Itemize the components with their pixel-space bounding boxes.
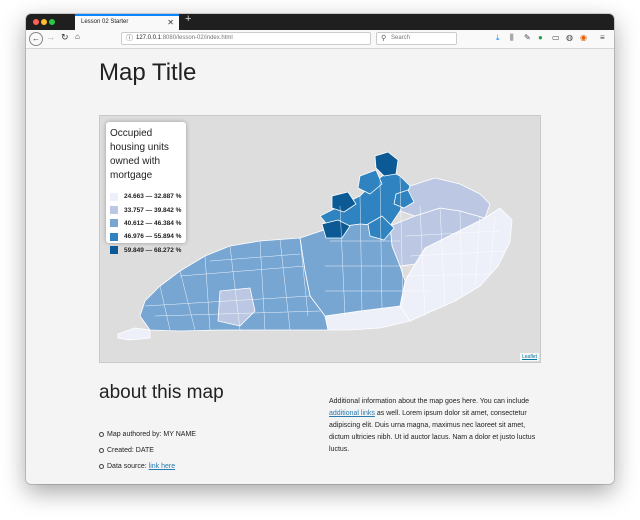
close-window-button[interactable] bbox=[33, 19, 39, 25]
legend-item: 46.976 — 55.894 % bbox=[110, 230, 182, 243]
legend-swatch bbox=[110, 192, 118, 201]
legend-title: Occupied housing units owned with mortga… bbox=[110, 128, 169, 181]
legend-items: 24.663 — 32.887 % 33.757 — 39.842 % 40.6… bbox=[110, 190, 182, 257]
info-icon[interactable]: ⓘ bbox=[126, 33, 133, 44]
page-content: Map Title Occupied housing units owned w… bbox=[26, 49, 614, 484]
browser-toolbar: ← → ↻ ⌂ ⓘ 127.0.0.1:8080/lesson-02/index… bbox=[26, 30, 614, 49]
about-heading: about this map bbox=[99, 382, 224, 403]
county-region-northern-ky bbox=[374, 151, 399, 177]
url-path: :8080/lesson-02/index.html bbox=[161, 35, 233, 41]
legend-item: 59.849 — 68.272 % bbox=[110, 244, 182, 257]
tab-title: Lesson 02 Starter bbox=[81, 19, 129, 25]
search-input[interactable]: ⚲ Search bbox=[376, 32, 457, 45]
account-icon[interactable]: ◍ bbox=[566, 33, 573, 42]
legend-swatch bbox=[110, 232, 118, 241]
data-source-link[interactable]: link here bbox=[149, 463, 175, 470]
maximize-window-button[interactable] bbox=[49, 19, 55, 25]
list-item: Map authored by: MY NAME bbox=[99, 431, 196, 447]
about-list: Map authored by: MY NAME Created: DATE D… bbox=[99, 431, 196, 479]
source-prefix: Data source: bbox=[107, 463, 149, 470]
map-legend: Occupied housing units owned with mortga… bbox=[106, 122, 186, 255]
tab-bar: Lesson 02 Starter ✕ + bbox=[26, 14, 614, 30]
library-icon[interactable]: ⫼ bbox=[510, 33, 514, 43]
legend-item: 24.663 — 32.887 % bbox=[110, 190, 182, 203]
county-region-central bbox=[299, 223, 406, 317]
legend-label: 40.612 — 46.384 % bbox=[124, 219, 182, 227]
url-bar[interactable]: ⓘ 127.0.0.1:8080/lesson-02/index.html bbox=[121, 32, 371, 45]
tab-close-icon[interactable]: ✕ bbox=[167, 16, 174, 29]
minimize-window-button[interactable] bbox=[41, 19, 47, 25]
sidebar-icon[interactable]: ▭ bbox=[552, 33, 560, 42]
legend-item: 33.757 — 39.842 % bbox=[110, 203, 182, 216]
download-icon[interactable]: ⤓ bbox=[496, 33, 500, 43]
legend-swatch bbox=[110, 246, 118, 255]
list-item: Data source: link here bbox=[99, 463, 196, 479]
legend-swatch bbox=[110, 206, 118, 215]
home-icon[interactable]: ⌂ bbox=[75, 32, 80, 41]
search-icon: ⚲ bbox=[381, 35, 387, 42]
list-item: Created: DATE bbox=[99, 447, 196, 463]
page-title: Map Title bbox=[99, 59, 197, 86]
extension-icon[interactable]: ● bbox=[538, 33, 543, 42]
browser-tab[interactable]: Lesson 02 Starter ✕ bbox=[75, 14, 179, 30]
additional-links-link[interactable]: additional links bbox=[329, 410, 375, 417]
legend-label: 33.757 — 39.842 % bbox=[124, 206, 182, 214]
about-paragraph: Additional information about the map goe… bbox=[329, 396, 547, 456]
back-icon[interactable]: ← bbox=[29, 32, 43, 46]
county-region-purchase bbox=[117, 327, 151, 341]
firefox-icon[interactable]: ◉ bbox=[580, 33, 587, 42]
forward-icon[interactable]: → bbox=[46, 32, 55, 42]
browser-window: Lesson 02 Starter ✕ + ← → ↻ ⌂ ⓘ 127.0.0.… bbox=[26, 14, 614, 484]
legend-item: 40.612 — 46.384 % bbox=[110, 217, 182, 230]
legend-swatch bbox=[110, 219, 118, 228]
menu-icon[interactable]: ≡ bbox=[600, 33, 605, 42]
search-placeholder: Search bbox=[391, 35, 411, 41]
legend-label: 46.976 — 55.894 % bbox=[124, 233, 182, 241]
legend-label: 59.849 — 68.272 % bbox=[124, 246, 182, 254]
url-host: 127.0.0.1 bbox=[136, 35, 162, 41]
reload-icon[interactable]: ↻ bbox=[61, 32, 69, 43]
leaflet-attribution-link[interactable]: Leaflet bbox=[519, 353, 539, 361]
choropleth-map[interactable]: Occupied housing units owned with mortga… bbox=[99, 115, 541, 363]
new-tab-button[interactable]: + bbox=[185, 14, 191, 25]
legend-label: 24.663 — 32.887 % bbox=[124, 193, 182, 201]
about-text-part1: Additional information about the map goe… bbox=[329, 398, 530, 405]
sync-icon[interactable]: ✎ bbox=[524, 33, 531, 42]
